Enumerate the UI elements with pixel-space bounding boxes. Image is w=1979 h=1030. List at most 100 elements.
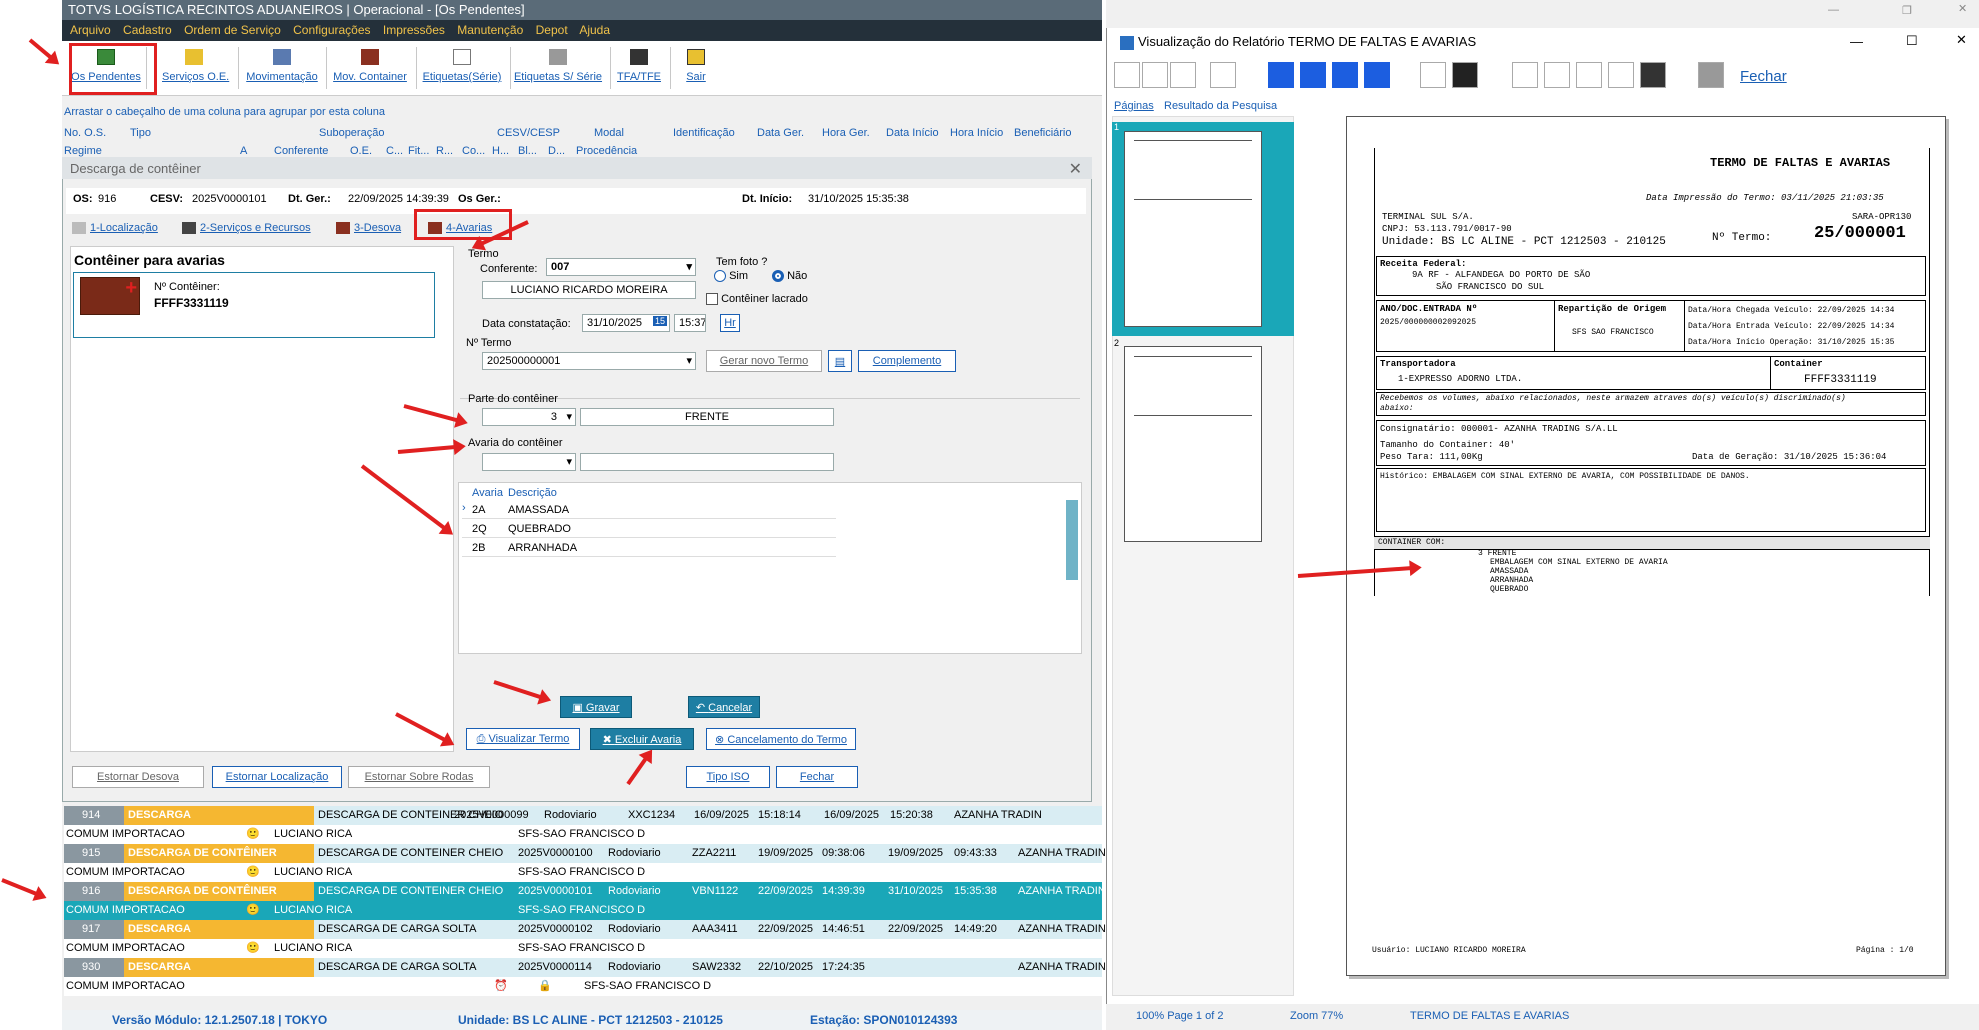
parte-select[interactable]: 3 ▾: [482, 408, 576, 426]
page-width-icon[interactable]: [1142, 62, 1168, 88]
col-modal[interactable]: Modal: [594, 127, 624, 139]
col-oe[interactable]: O.E.: [350, 145, 372, 157]
print-icon[interactable]: [1576, 62, 1602, 88]
table-row[interactable]: COMUM IMPORTACAO 🙂 LUCIANO RICA SFS-SAO …: [64, 863, 1102, 882]
next-page-icon[interactable]: [1332, 62, 1358, 88]
tipo-iso-button[interactable]: Tipo ISO: [686, 766, 770, 788]
search-binoculars-icon[interactable]: [1452, 62, 1478, 88]
comment-icon[interactable]: ▤: [828, 350, 852, 372]
col-cesv[interactable]: CESV/CESP: [497, 127, 560, 139]
tab-servicos[interactable]: 2-Serviços e Recursos: [182, 222, 311, 235]
open-folder-icon[interactable]: [1608, 62, 1634, 88]
foto-nao-radio[interactable]: Não: [772, 270, 807, 283]
excluir-avaria-button[interactable]: ✖ Excluir Avaria: [590, 728, 694, 750]
col-d[interactable]: D...: [548, 145, 565, 157]
menu-ordem-servico[interactable]: Ordem de Serviço: [184, 23, 281, 37]
tab-resultado-pesquisa[interactable]: Resultado da Pesquisa: [1164, 100, 1277, 112]
servicos-oe-button[interactable]: Serviços O.E.: [162, 45, 229, 93]
etiquetas-sem-serie-button[interactable]: Etiquetas S/ Série: [512, 45, 604, 93]
col-c[interactable]: C...: [386, 145, 403, 157]
menu-configuracoes[interactable]: Configurações: [293, 23, 370, 37]
restore-icon[interactable]: ❐: [1902, 4, 1912, 17]
col-regime[interactable]: Regime: [64, 145, 102, 157]
goto-page-icon[interactable]: [1420, 62, 1446, 88]
estornar-desova-button[interactable]: Estornar Desova: [72, 766, 204, 788]
first-page-icon[interactable]: [1268, 62, 1294, 88]
foto-sim-radio[interactable]: Sim: [714, 270, 748, 283]
movimentacao-button[interactable]: Movimentação: [244, 45, 320, 93]
gravar-button[interactable]: ▣ Gravar: [560, 696, 632, 718]
estornar-sobre-rodas-button[interactable]: Estornar Sobre Rodas: [348, 766, 490, 788]
menu-manutencao[interactable]: Manutenção: [457, 23, 523, 37]
lacrado-checkbox[interactable]: Contêiner lacrado: [706, 293, 808, 306]
whole-page-icon[interactable]: [1170, 62, 1196, 88]
tab-desova[interactable]: 3-Desova: [336, 222, 401, 235]
col-fit[interactable]: Fit...: [408, 145, 429, 157]
hr-button[interactable]: Hr: [720, 314, 740, 332]
menu-depot[interactable]: Depot: [536, 23, 568, 37]
win-close-icon[interactable]: ✕: [1956, 32, 1967, 48]
cancelar-button[interactable]: ↶ Cancelar: [688, 696, 760, 718]
tab-paginas[interactable]: Páginas: [1114, 100, 1154, 112]
multi-page-icon[interactable]: [1210, 62, 1236, 88]
estornar-localizacao-button[interactable]: Estornar Localização: [212, 766, 342, 788]
tfa-tfe-button[interactable]: TFA/TFE: [614, 45, 664, 93]
avaria-select[interactable]: ▾: [482, 453, 576, 471]
grid-scrollbar[interactable]: [1066, 500, 1078, 580]
table-row[interactable]: COMUM IMPORTACAO ⏰ 🔒 SFS-SAO FRANCISCO D: [64, 977, 1102, 996]
last-page-icon[interactable]: [1364, 62, 1390, 88]
table-row[interactable]: COMUM IMPORTACAO 🙂 LUCIANO RICA SFS-SAO …: [64, 825, 1102, 844]
col-identificacao[interactable]: Identificação: [673, 127, 735, 139]
menu-cadastro[interactable]: Cadastro: [123, 23, 172, 37]
complemento-button[interactable]: Complemento: [858, 350, 956, 372]
win-maximize-icon[interactable]: ☐: [1906, 33, 1918, 49]
close-doc-icon[interactable]: [1698, 62, 1724, 88]
col-conferente[interactable]: Conferente: [274, 145, 328, 157]
single-page-icon[interactable]: [1114, 62, 1140, 88]
data-constatacao-input[interactable]: 31/10/2025 15: [582, 314, 670, 332]
table-row[interactable]: 915 DESCARGA DE CONTÊINER DESCARGA DE CO…: [64, 844, 1106, 863]
close-icon[interactable]: ✕: [1958, 2, 1967, 15]
tab-localizacao[interactable]: 1-Localização: [72, 222, 158, 235]
menu-arquivo[interactable]: Arquivo: [70, 23, 111, 37]
table-row-selected[interactable]: 916 DESCARGA DE CONTÊINER DESCARGA DE CO…: [64, 882, 1106, 901]
table-row[interactable]: 930 DESCARGA DESCARGA DE CARGA SOLTA 202…: [64, 958, 1106, 977]
grid-col-descricao[interactable]: Descrição: [508, 487, 557, 499]
num-termo-select[interactable]: 202500000001 ▾: [482, 352, 696, 370]
col-hora-ger[interactable]: Hora Ger.: [822, 127, 870, 139]
col-data-ger[interactable]: Data Ger.: [757, 127, 804, 139]
export-doc-icon[interactable]: [1512, 62, 1538, 88]
fechar-preview-button[interactable]: Fechar: [1740, 68, 1787, 85]
hora-constatacao-input[interactable]: 15:37: [674, 314, 706, 332]
col-no-os[interactable]: No. O.S.: [64, 127, 106, 139]
col-h[interactable]: H...: [492, 145, 509, 157]
win-minimize-icon[interactable]: —: [1850, 34, 1863, 49]
grid-col-avaria[interactable]: Avaria: [472, 487, 503, 499]
etiquetas-serie-button[interactable]: Etiquetas(Série): [420, 45, 504, 93]
grid-row[interactable]: 2B ARRANHADA: [462, 538, 836, 557]
calendar-icon[interactable]: 15: [652, 316, 667, 326]
col-suboperacao[interactable]: Suboperação: [319, 127, 384, 139]
table-row-selected[interactable]: COMUM IMPORTACAO 🙂 LUCIANO RICA SFS-SAO …: [64, 901, 1102, 920]
sair-button[interactable]: Sair: [676, 45, 716, 93]
col-data-inicio[interactable]: Data Início: [886, 127, 939, 139]
cancelamento-termo-button[interactable]: ⊗ Cancelamento do Termo: [706, 728, 856, 750]
conferente-select[interactable]: 007 ▾: [546, 258, 696, 276]
menu-ajuda[interactable]: Ajuda: [579, 23, 610, 37]
col-bl[interactable]: Bl...: [518, 145, 537, 157]
col-co[interactable]: Co...: [462, 145, 485, 157]
visualizar-termo-button[interactable]: ⎙ Visualizar Termo: [466, 728, 580, 750]
table-row[interactable]: COMUM IMPORTACAO 🙂 LUCIANO RICA SFS-SAO …: [64, 939, 1102, 958]
col-a[interactable]: A: [240, 145, 247, 157]
print-setup-icon[interactable]: [1544, 62, 1570, 88]
grid-row[interactable]: 2Q QUEBRADO: [462, 519, 836, 538]
menu-impressoes[interactable]: Impressões: [383, 23, 445, 37]
col-tipo[interactable]: Tipo: [130, 127, 151, 139]
minimize-icon[interactable]: —: [1828, 4, 1839, 16]
prev-page-icon[interactable]: [1300, 62, 1326, 88]
mov-container-button[interactable]: Mov. Container: [330, 45, 410, 93]
save-icon[interactable]: [1640, 62, 1666, 88]
col-hora-inicio[interactable]: Hora Início: [950, 127, 1003, 139]
grid-row[interactable]: › 2A AMASSADA: [462, 500, 836, 519]
col-r[interactable]: R...: [436, 145, 453, 157]
